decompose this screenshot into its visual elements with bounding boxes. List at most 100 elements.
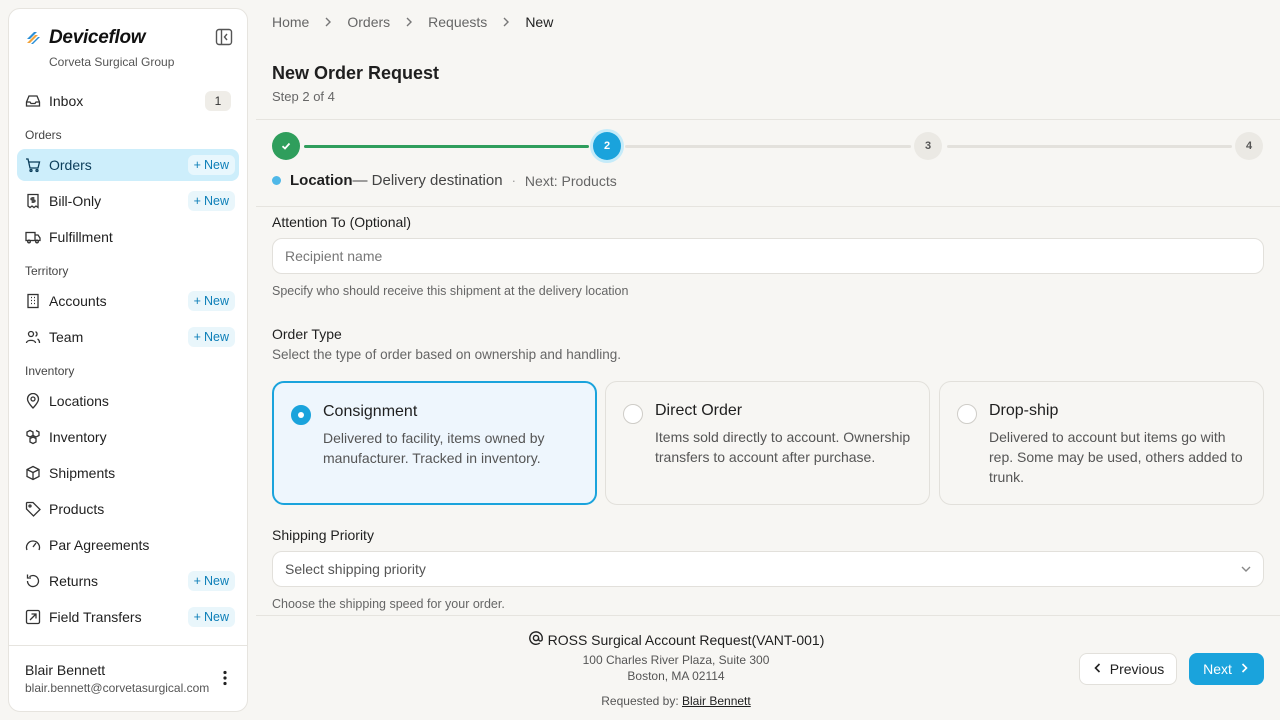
shipping-priority-label: Shipping Priority	[272, 527, 374, 543]
sidebar-item-inbox[interactable]: Inbox 1	[17, 85, 239, 117]
attention-to-input[interactable]	[272, 238, 1264, 274]
step-3[interactable]: 3	[914, 132, 942, 160]
new-label: New	[203, 574, 229, 588]
breadcrumb: Home Orders Requests New	[272, 14, 553, 30]
drop-ship-radio[interactable]	[957, 404, 977, 424]
sidebar-item-accounts[interactable]: Accounts + New	[17, 285, 239, 317]
previous-button[interactable]: Previous	[1079, 653, 1177, 685]
sidebar-item-label: Products	[49, 501, 105, 517]
breadcrumb-orders[interactable]: Orders	[347, 14, 390, 30]
step-2-current[interactable]: 2	[593, 132, 621, 160]
new-team-member-button[interactable]: + New	[187, 327, 235, 347]
plus-icon: +	[193, 330, 201, 344]
direct-order-radio[interactable]	[623, 404, 643, 424]
step-4[interactable]: 4	[1235, 132, 1263, 160]
new-field-transfer-button[interactable]: + New	[187, 607, 235, 627]
current-step-description: — Delivery destination	[352, 172, 503, 189]
step-1-complete[interactable]	[272, 132, 300, 160]
breadcrumb-requests[interactable]: Requests	[428, 14, 487, 30]
receipt-icon	[25, 193, 41, 209]
breadcrumb-home[interactable]: Home	[272, 14, 309, 30]
breadcrumb-current: New	[525, 14, 554, 30]
attention-to-label: Attention To (Optional)	[272, 214, 412, 230]
sidebar-item-par-agreements[interactable]: Par Agreements	[17, 529, 239, 561]
step-indicator-text: Step 2 of 4	[272, 89, 335, 104]
order-type-help: Select the type of order based on owners…	[272, 347, 621, 362]
new-return-button[interactable]: + New	[187, 571, 235, 591]
inbox-count-badge: 1	[205, 91, 231, 111]
sidebar-item-label: Field Transfers	[49, 609, 142, 625]
sidebar-nav: Inbox 1 Orders Orders + New Bill-Only + Ne…	[17, 85, 239, 637]
shipping-priority-select[interactable]: Select shipping priority	[272, 551, 1264, 587]
sidebar-item-label: Locations	[49, 393, 109, 409]
sidebar-item-locations[interactable]: Locations	[17, 385, 239, 417]
order-type-direct-order-card[interactable]: Direct Order Items sold directly to acco…	[605, 381, 930, 505]
sidebar-item-label: Returns	[49, 573, 99, 589]
previous-label: Previous	[1109, 661, 1165, 677]
sidebar-item-orders[interactable]: Orders + New	[17, 149, 239, 181]
sidebar-item-inventory[interactable]: Inventory	[17, 421, 239, 453]
inbox-icon	[25, 93, 41, 109]
current-step-dot-icon	[272, 176, 281, 185]
shipping-priority-placeholder: Select shipping priority	[285, 561, 426, 577]
chevron-down-icon	[1239, 562, 1253, 576]
plus-icon: +	[193, 294, 201, 308]
sidebar-item-label: Accounts	[49, 293, 107, 309]
more-vertical-icon[interactable]	[215, 668, 235, 688]
chevron-right-icon	[1238, 661, 1250, 677]
gauge-icon	[25, 537, 41, 553]
sidebar-item-team[interactable]: Team + New	[17, 321, 239, 353]
step-connector-3	[947, 145, 1232, 148]
nav-section-territory: Territory	[25, 264, 69, 278]
chevron-right-icon	[323, 17, 333, 27]
rotate-ccw-icon	[25, 573, 41, 589]
current-step-title: Location	[290, 172, 353, 189]
requested-by-label: Requested by:	[601, 694, 679, 708]
deviceflow-logo-icon	[25, 30, 41, 46]
page-title: New Order Request	[272, 63, 440, 83]
chevron-right-icon	[404, 17, 414, 27]
next-button[interactable]: Next	[1189, 653, 1264, 685]
cart-icon	[25, 157, 41, 173]
user-name: Blair Bennett	[25, 662, 106, 678]
card-title: Direct Order	[655, 402, 743, 419]
chevron-right-icon	[501, 17, 511, 27]
order-type-label: Order Type	[272, 326, 342, 342]
sidebar-item-field-transfers[interactable]: Field Transfers + New	[17, 601, 239, 633]
collapse-sidebar-icon[interactable]	[215, 28, 233, 46]
shipping-priority-help: Choose the shipping speed for your order…	[272, 597, 505, 611]
step-connector-1	[304, 145, 589, 148]
card-description: Items sold directly to account. Ownershi…	[655, 429, 911, 465]
sidebar-item-shipments[interactable]: Shipments	[17, 457, 239, 489]
sidebar-item-returns[interactable]: Returns + New	[17, 565, 239, 597]
new-bill-only-button[interactable]: + New	[187, 191, 235, 211]
brand[interactable]: Deviceflow	[25, 27, 146, 49]
address-line-1: 100 Charles River Plaza, Suite 300	[582, 653, 770, 667]
consignment-radio[interactable]	[291, 405, 311, 425]
boxes-icon	[25, 429, 41, 445]
organization-name: Corveta Surgical Group	[49, 55, 175, 69]
new-order-button[interactable]: + New	[187, 155, 235, 175]
attention-to-help: Specify who should receive this shipment…	[272, 284, 629, 298]
check-icon	[281, 142, 291, 150]
requester-name-link[interactable]: Blair Bennett	[682, 694, 751, 708]
card-description: Delivered to account but items go with r…	[989, 429, 1243, 485]
footer-bar: ROSS Surgical Account Request(VANT-001) …	[256, 615, 1280, 720]
order-type-drop-ship-card[interactable]: Drop-ship Delivered to account but items…	[939, 381, 1264, 505]
delivery-location-title: ROSS Surgical Account Request(VANT-001)	[256, 630, 1096, 649]
new-account-button[interactable]: + New	[187, 291, 235, 311]
user-profile[interactable]: Blair Bennett blair.bennett@corvetasurgi…	[9, 645, 247, 711]
plus-icon: +	[193, 574, 201, 588]
transfer-icon	[25, 609, 41, 625]
order-type-consignment-card[interactable]: Consignment Delivered to facility, items…	[272, 381, 597, 505]
plus-icon: +	[193, 610, 201, 624]
next-label: Next	[1203, 661, 1232, 677]
sidebar-item-bill-only[interactable]: Bill-Only + New	[17, 185, 239, 217]
sidebar-item-fulfillment[interactable]: Fulfillment	[17, 221, 239, 253]
sidebar-item-products[interactable]: Products	[17, 493, 239, 525]
sidebar-item-label: Orders	[49, 157, 92, 173]
card-title: Consignment	[323, 403, 418, 420]
new-label: New	[203, 194, 229, 208]
progress-stepper: 2 3 4 Location — Delivery destination · …	[256, 119, 1280, 207]
brand-title: Deviceflow	[49, 27, 146, 48]
